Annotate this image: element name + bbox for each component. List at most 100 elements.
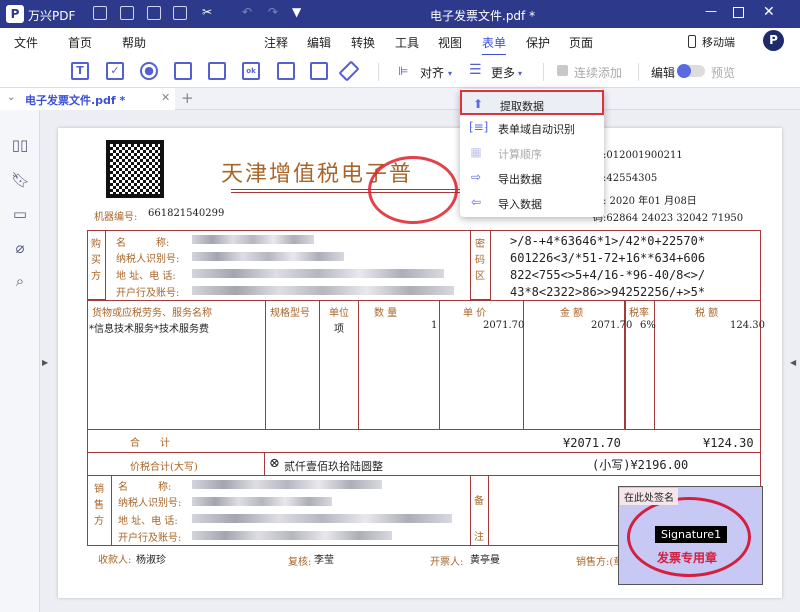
thumbnails-icon[interactable]: ▯▯ — [11, 137, 29, 153]
cipher-area: >/8-+4*63646*1>/42*0+22570*601226<3/*51-… — [510, 233, 705, 301]
align-button[interactable]: 对齐 — [420, 64, 444, 81]
undo-icon[interactable]: ↶ — [242, 5, 252, 19]
menu-item-extract-data[interactable]: ⬆提取数据 — [460, 90, 604, 115]
signature-field[interactable]: 发票专用章 在此处签名 Signature1 — [618, 486, 763, 585]
issuer-label: 开票人: — [430, 553, 463, 568]
header-qty: 数 量 — [374, 304, 397, 319]
align-dropdown-icon[interactable]: ▾ — [448, 69, 452, 78]
buyer-name-label: 名 称: — [116, 234, 169, 249]
redo-icon[interactable]: ↷ — [268, 5, 278, 19]
header-amount: 金 额 — [560, 304, 583, 319]
menu-view[interactable]: 视图 — [438, 34, 462, 51]
bookmark-icon[interactable]: 🔖︎ — [11, 172, 29, 188]
menu-form[interactable]: 表单 — [482, 34, 506, 56]
divider — [378, 63, 379, 81]
buyer-label-cell: 购买方 — [87, 230, 106, 300]
close-tab-icon[interactable]: ✕ — [161, 91, 170, 104]
expand-right-panel-icon[interactable]: ◀ — [790, 358, 796, 367]
button-field-icon[interactable]: ok — [242, 62, 260, 80]
minimize-button[interactable]: — — [705, 4, 717, 18]
user-avatar[interactable]: P — [763, 30, 784, 51]
item-amount: 2071.70 — [591, 320, 632, 331]
total-tax: ¥124.30 — [703, 436, 754, 450]
menu-file[interactable]: 文件 — [14, 34, 38, 51]
buyer-bank-label: 开户行及账号: — [116, 284, 179, 299]
list-box-icon[interactable] — [208, 62, 226, 80]
redacted-text — [192, 480, 382, 489]
seller-label-cell: 销售方 — [87, 475, 112, 546]
seller-name-label: 名 称: — [118, 478, 171, 493]
menu-protect[interactable]: 保护 — [526, 34, 550, 51]
checkbox-icon[interactable]: ✓ — [106, 62, 124, 80]
upload-icon: ⬆ — [471, 97, 485, 111]
header-price: 单 价 — [463, 304, 486, 319]
item-price: 2071.70 — [483, 320, 524, 331]
comment-icon[interactable]: ▭ — [11, 206, 29, 222]
header-goods: 货物或应税劳务、服务名称 — [92, 304, 212, 319]
item-rate: 6% — [640, 320, 656, 331]
maximize-button[interactable] — [733, 7, 744, 18]
menu-item-calculation-order: ▦计算顺序 — [460, 140, 604, 165]
buyer-address-label: 地 址、电 话: — [116, 267, 176, 282]
redacted-text — [192, 514, 452, 523]
machine-no: 661821540299 — [148, 208, 224, 219]
scan-icon: ⁅≡⁆ — [469, 120, 483, 134]
item-unit: 项 — [334, 320, 344, 335]
app-logo-icon: P — [6, 5, 24, 23]
col-qty — [358, 300, 440, 430]
print-icon[interactable] — [173, 6, 187, 20]
total-label: 合 计 — [130, 434, 170, 449]
invoice-date: 期: 2020 年01 月08日 — [593, 192, 697, 207]
more-dropdown-menu: ⬆提取数据 ⁅≡⁆表单域自动识别 ▦计算顺序 ⇨导出数据 ⇦导入数据 — [460, 89, 604, 217]
check-code: 码:62864 24023 32042 71950 — [593, 209, 743, 224]
menu-home[interactable]: 首页 — [68, 34, 92, 51]
attachment-icon[interactable]: ⌀ — [11, 240, 29, 256]
open-folder-icon[interactable] — [93, 6, 107, 20]
seller-address-label: 地 址、电 话: — [118, 512, 178, 527]
redacted-text — [192, 286, 454, 295]
signature-field-icon[interactable] — [310, 62, 328, 80]
menu-item-auto-detect-fields[interactable]: ⁅≡⁆表单域自动识别 — [460, 115, 604, 140]
text-field-icon[interactable]: T — [71, 62, 89, 80]
scissors-icon[interactable]: ✂ — [202, 5, 212, 19]
document-tab[interactable]: ⌄ 电子发票文件.pdf * ✕ — [0, 88, 175, 110]
chevron-down-icon[interactable]: ⌄ — [7, 92, 15, 103]
export-icon: ⇨ — [469, 170, 483, 184]
search-icon[interactable]: ⌕ — [11, 273, 29, 289]
review-name: 李莹 — [314, 551, 334, 566]
menu-convert[interactable]: 转换 — [351, 34, 375, 51]
mail-icon[interactable] — [147, 6, 161, 20]
menu-page[interactable]: 页面 — [569, 34, 593, 51]
image-field-icon[interactable] — [277, 62, 295, 80]
seller-bank-label: 开户行及账号: — [118, 529, 181, 544]
expand-left-panel-icon[interactable]: ▶ — [42, 358, 48, 367]
menu-item-export-data[interactable]: ⇨导出数据 — [460, 165, 604, 190]
combo-box-icon[interactable] — [174, 62, 192, 80]
window-title: 电子发票文件.pdf * — [430, 7, 535, 24]
continuous-add-checkbox[interactable] — [557, 65, 568, 76]
menu-item-import-data[interactable]: ⇦导入数据 — [460, 190, 604, 215]
close-button[interactable]: ✕ — [763, 4, 775, 20]
sum-label: 价税合计(大写) — [130, 458, 198, 473]
form-toolbar: T ✓ ● ok ⊫ 对齐 ▾ ☰ 更多 ▾ 连续添加 编辑 预览 — [0, 55, 800, 88]
cipher-label-cell: 密码区 — [470, 230, 491, 300]
menu-help[interactable]: 帮助 — [122, 34, 146, 51]
menu-tools[interactable]: 工具 — [395, 34, 419, 51]
menu-annotate[interactable]: 注释 — [264, 34, 288, 51]
calculator-icon: ▦ — [469, 145, 483, 159]
new-tab-icon[interactable]: + — [181, 89, 194, 107]
menu-edit[interactable]: 编辑 — [307, 34, 331, 51]
import-icon: ⇦ — [469, 195, 483, 209]
eraser-icon[interactable] — [338, 60, 359, 81]
mobile-button[interactable]: 移动端 — [702, 34, 735, 50]
tax-bureau-seal — [368, 156, 458, 224]
sum-x-icon: ⊗ — [269, 456, 280, 471]
save-icon[interactable] — [120, 6, 134, 20]
edit-preview-toggle[interactable] — [677, 65, 705, 77]
more-dropdown-icon[interactable]: ▾ — [518, 69, 522, 78]
quick-access-dropdown-icon[interactable]: ▼ — [292, 5, 301, 19]
radio-button-icon[interactable]: ● — [140, 62, 158, 80]
col-spec — [265, 300, 320, 430]
item-name: *信息技术服务*技术服务费 — [89, 320, 209, 335]
more-button[interactable]: 更多 — [491, 64, 515, 81]
